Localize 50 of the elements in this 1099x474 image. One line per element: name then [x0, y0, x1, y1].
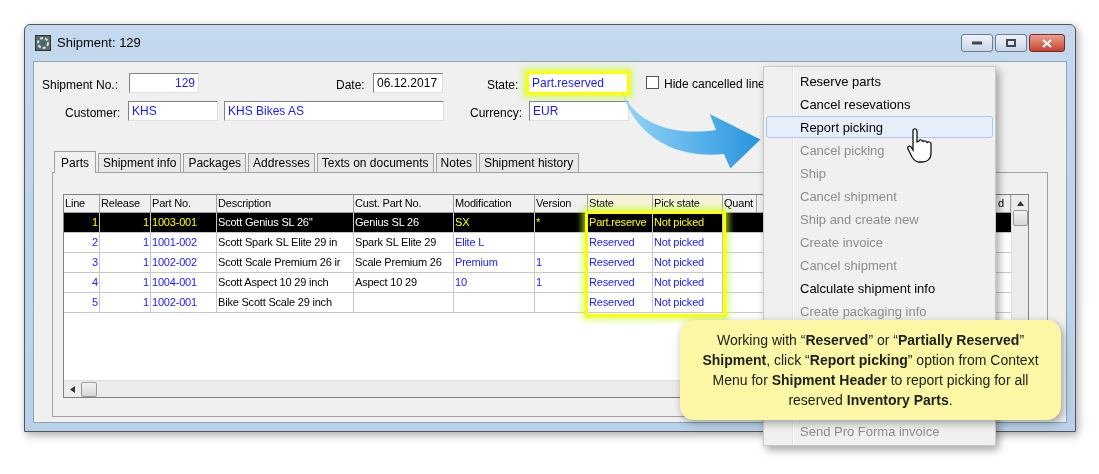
date-field[interactable]: 06.12.2017 [373, 73, 443, 93]
tab[interactable]: Shipment history [478, 153, 579, 172]
table-cell: 1002-001 [151, 293, 217, 313]
tab[interactable]: Packages [183, 153, 247, 172]
scroll-thumb[interactable] [1012, 210, 1028, 226]
column-header[interactable]: Release [100, 195, 151, 213]
tab[interactable]: Parts [54, 151, 96, 173]
scroll-left-icon [70, 385, 75, 393]
checkbox[interactable] [646, 76, 659, 89]
table-cell: Not picked [653, 293, 723, 313]
field-label: Currency: [470, 105, 522, 122]
tab[interactable]: Notes [435, 153, 477, 172]
state-field[interactable]: Part.reserved [526, 71, 630, 95]
table-cell: 1 [100, 293, 151, 313]
column-header[interactable]: Version [535, 195, 588, 213]
shipment-number-field[interactable]: 129 [129, 73, 199, 93]
menu-item[interactable]: Reserve parts [766, 70, 993, 92]
column-header[interactable]: Cust. Part No. [354, 195, 454, 213]
column-header[interactable]: Line [64, 195, 100, 213]
table-cell: Reserved [588, 293, 653, 313]
tab[interactable]: Addresses [248, 153, 315, 172]
close-icon [1042, 38, 1052, 48]
column-header[interactable]: d [997, 195, 1011, 213]
maximize-button[interactable] [995, 34, 1027, 52]
customer-code-field[interactable]: KHS [128, 101, 218, 121]
scroll-up-icon [1016, 201, 1024, 206]
scroll-thumb[interactable] [81, 381, 97, 397]
menu-item[interactable]: Report picking [766, 116, 993, 138]
maximize-icon [1006, 39, 1016, 47]
table-cell: Bike Scott Scale 29 inch [217, 293, 354, 313]
window-title: Shipment: 129 [57, 34, 141, 53]
customer-name-field[interactable]: KHS Bikes AS [224, 101, 444, 121]
field-label: Shipment No.: [42, 77, 119, 94]
field-label: Date: [336, 77, 365, 94]
currency-field[interactable]: EUR [529, 101, 629, 121]
column-header[interactable]: Description [217, 195, 354, 213]
column-header[interactable]: Part No. [151, 195, 217, 213]
tab[interactable]: Shipment info [98, 153, 182, 172]
table-cell: 5 [64, 293, 100, 313]
field-label: State: [487, 77, 519, 94]
tab[interactable]: Texts on documents [316, 153, 434, 172]
field-label: Customer: [65, 105, 121, 122]
column-header[interactable]: Quant [723, 195, 757, 213]
minimize-icon [972, 41, 982, 45]
close-button[interactable] [1029, 34, 1065, 52]
menu-item[interactable]: Cancel resevations [766, 93, 993, 115]
callout-text: Working with “Reserved” or “Partially Reserved” Shipment, click “Report picking” option from Context Menu for Shipment Header to report picking for all reserved Inventory Parts. [701, 331, 1040, 410]
minimize-button[interactable] [961, 34, 993, 52]
column-header[interactable]: Modification [454, 195, 535, 213]
app-icon [35, 35, 51, 51]
